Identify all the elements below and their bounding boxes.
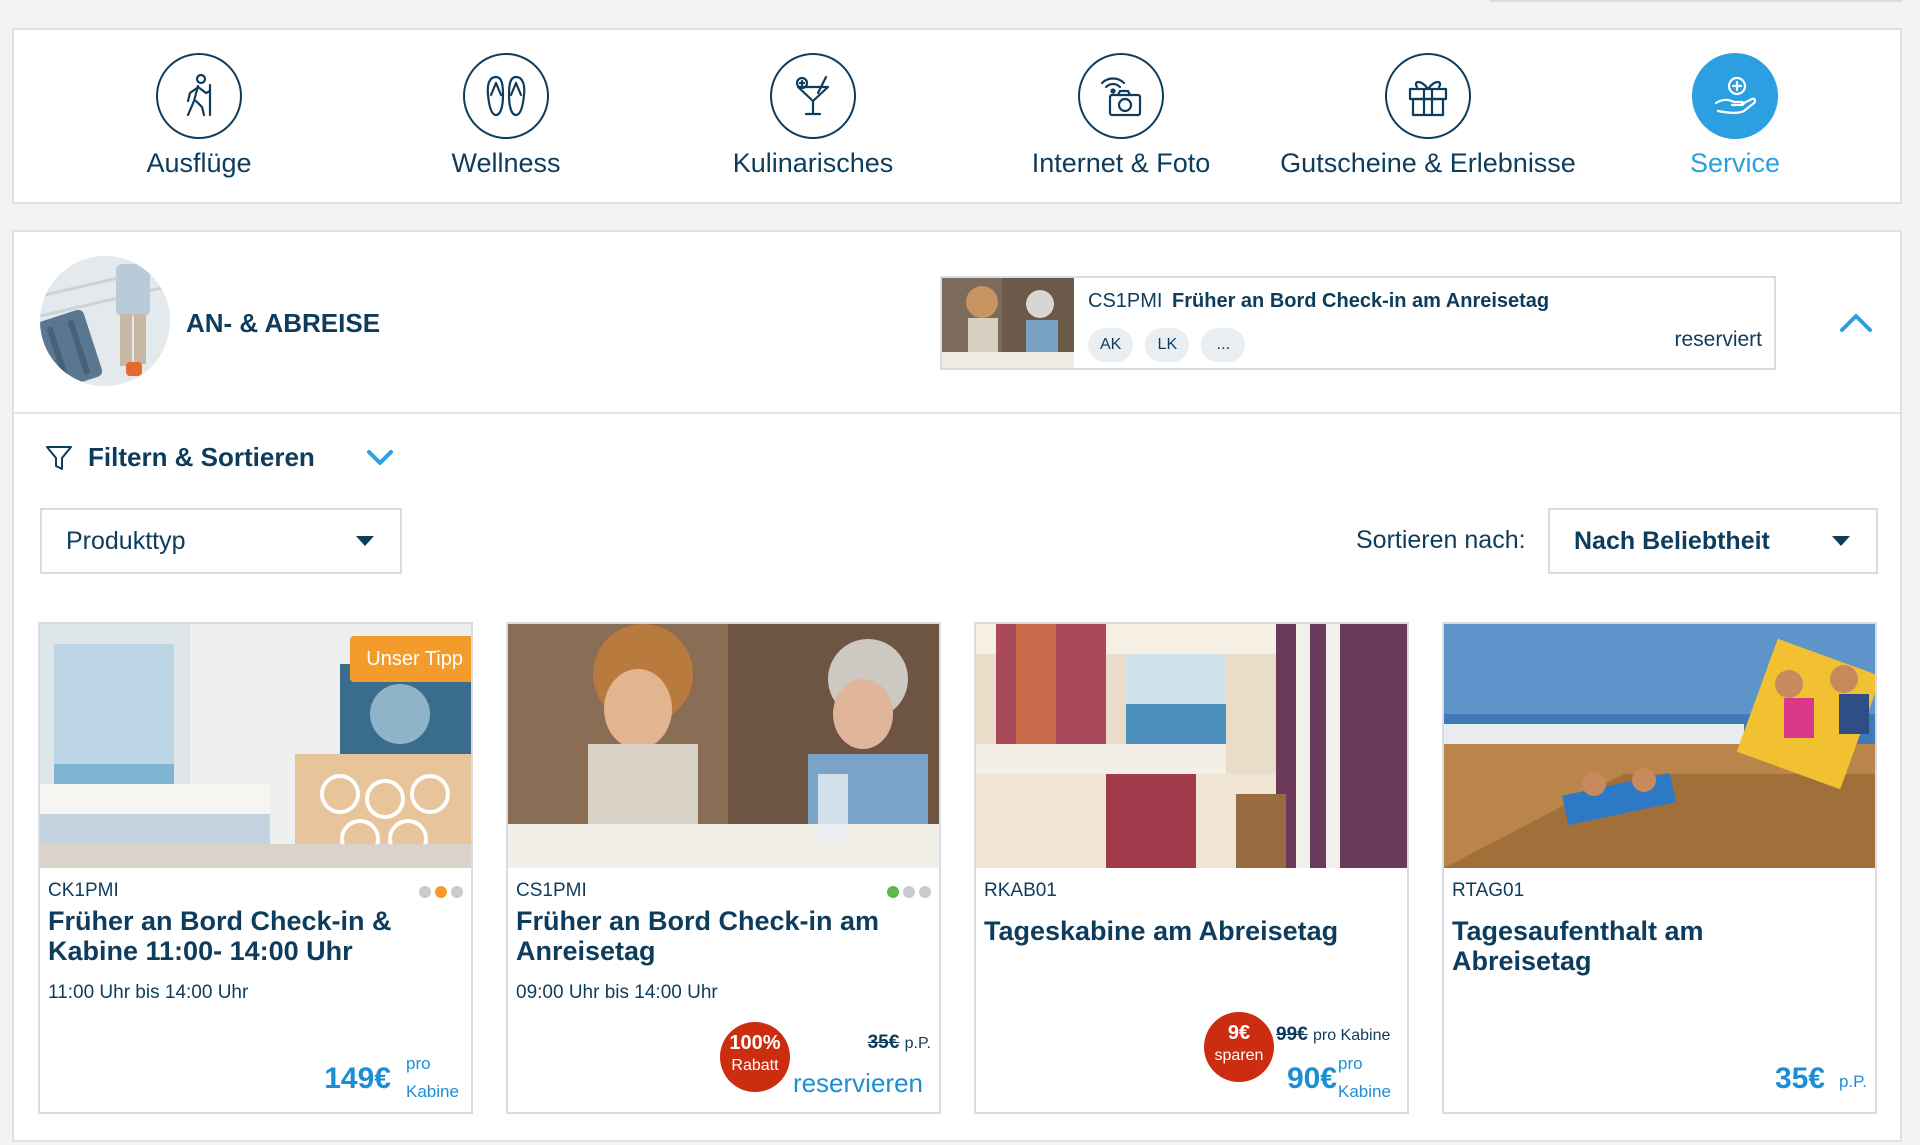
category-internet-foto[interactable]: Internet & Foto <box>971 30 1271 206</box>
badge-label: sparen <box>1214 1047 1264 1064</box>
category-wellness[interactable]: Wellness <box>356 30 656 206</box>
product-price: 149€ <box>324 1062 391 1095</box>
product-code: RKAB01 <box>984 880 1057 901</box>
price-unit: pro Kabine <box>1338 1050 1391 1106</box>
filter-toggle[interactable]: Filtern & Sortieren <box>44 442 395 473</box>
booked-product-title: CS1PMI Früher an Bord Check-in am Anreis… <box>1088 290 1549 313</box>
tag-more[interactable]: ... <box>1201 328 1246 362</box>
dot-orange <box>435 886 447 898</box>
sort-select[interactable]: Nach Beliebtheit <box>1548 508 1878 574</box>
product-image <box>976 624 1407 868</box>
savings-badge: 9€ sparen <box>1204 1012 1274 1082</box>
product-card[interactable]: CS1PMI Früher an Bord Check-in am Anreis… <box>506 622 941 1114</box>
badge-value: 9€ <box>1227 1022 1251 1044</box>
product-time: 09:00 Uhr bis 14:00 Uhr <box>516 982 718 1003</box>
product-time: 11:00 Uhr bis 14:00 Uhr <box>48 982 249 1003</box>
product-code: CS1PMI <box>516 880 587 901</box>
gift-icon <box>1385 53 1471 139</box>
category-label: Wellness <box>451 148 561 178</box>
product-card[interactable]: RKAB01 Tageskabine am Abreisetag 9€ spar… <box>974 622 1409 1114</box>
product-code: CK1PMI <box>48 880 119 901</box>
sort-label: Sortieren nach: <box>1356 526 1526 554</box>
product-title: Tageskabine am Abreisetag <box>984 916 1339 946</box>
filter-icon <box>46 445 72 470</box>
badge-label: Rabatt <box>731 1057 779 1074</box>
booked-product-code: CS1PMI <box>1088 290 1163 312</box>
price-unit-line: pro <box>1338 1054 1363 1073</box>
tip-badge: Unser Tipp <box>350 636 471 682</box>
product-image <box>508 624 939 868</box>
booked-tags: AK LK ... <box>1088 328 1246 362</box>
old-price-unit: p.P. <box>904 1035 931 1052</box>
category-ausfluege[interactable]: Ausflüge <box>49 30 349 206</box>
product-title: Tagesaufenthalt am Abreisetag <box>1452 916 1704 976</box>
product-card[interactable]: Unser Tipp CK1PMI Früher an Bord Check-i… <box>38 622 473 1114</box>
product-code: RTAG01 <box>1452 880 1525 901</box>
product-card[interactable]: RTAG01 Tagesaufenthalt am Abreisetag 35€… <box>1442 622 1877 1114</box>
old-price: 99€ pro Kabine <box>1276 1024 1390 1046</box>
price-unit: p.P. <box>1838 1072 1867 1091</box>
availability-dots <box>887 886 931 898</box>
an-abreise-panel: AN- & ABREISE CS1PMI Früher an Bord Chec… <box>12 230 1902 1142</box>
hand-plus-icon <box>1692 53 1778 139</box>
hiker-icon <box>156 53 242 139</box>
category-label: Ausflüge <box>146 148 252 178</box>
dot <box>919 886 931 898</box>
category-label: Service <box>1689 148 1781 178</box>
tag-ak[interactable]: AK <box>1088 328 1134 362</box>
dot <box>903 886 915 898</box>
old-price-unit: pro Kabine <box>1312 1027 1391 1044</box>
product-type-select[interactable]: Produkttyp <box>40 508 402 574</box>
flip-flops-icon <box>463 53 549 139</box>
filter-label: Filtern & Sortieren <box>88 442 315 472</box>
sort-value: Nach Beliebtheit <box>1574 527 1770 555</box>
booked-status: reserviert <box>1674 328 1762 351</box>
booked-product-image <box>942 278 1074 368</box>
chevron-up-icon[interactable] <box>1836 308 1876 338</box>
old-price-value: 35€ <box>867 1032 900 1053</box>
old-price-value: 99€ <box>1276 1024 1308 1045</box>
section-header[interactable]: AN- & ABREISE CS1PMI Früher an Bord Chec… <box>14 232 1900 414</box>
category-kulinarisches[interactable]: Kulinarisches <box>663 30 963 206</box>
price-unit-line: Kabine <box>406 1082 459 1101</box>
product-image <box>1444 624 1875 868</box>
product-image: Unser Tipp <box>40 624 471 868</box>
section-avatar <box>40 256 170 386</box>
price-unit-line: Kabine <box>1338 1082 1391 1101</box>
category-bar: Ausflüge Wellness Kulinarisches Internet… <box>12 28 1902 204</box>
reserve-button[interactable]: reservieren <box>793 1068 923 1099</box>
caret-down-icon <box>1832 536 1850 546</box>
caret-down-icon <box>356 536 374 546</box>
dot-green <box>887 886 899 898</box>
tag-lk[interactable]: LK <box>1145 328 1190 362</box>
dot <box>419 886 431 898</box>
category-service[interactable]: Service <box>1585 30 1885 206</box>
booked-product-name: Früher an Bord Check-in am Anreisetag <box>1172 290 1550 312</box>
cocktail-icon <box>770 53 856 139</box>
product-price: 35€ <box>1774 1062 1825 1095</box>
category-gutscheine[interactable]: Gutscheine & Erlebnisse <box>1278 30 1578 206</box>
product-type-value: Produkttyp <box>66 527 186 555</box>
booked-product-card[interactable]: CS1PMI Früher an Bord Check-in am Anreis… <box>940 276 1776 370</box>
badge-value: 100% <box>729 1032 781 1054</box>
chevron-down-icon[interactable] <box>365 447 395 469</box>
category-label: Gutscheine & Erlebnisse <box>1280 148 1576 178</box>
old-price: 35€ p.P. <box>868 1032 931 1054</box>
product-title: Früher an Bord Check-in am Anreisetag <box>516 906 880 966</box>
product-price: 90€ <box>1286 1062 1337 1095</box>
top-search-box-edge <box>1490 0 1902 2</box>
price-unit: pro Kabine <box>406 1050 459 1106</box>
category-label: Internet & Foto <box>1031 148 1211 178</box>
category-label: Kulinarisches <box>732 148 894 178</box>
availability-dots <box>419 886 463 898</box>
product-title: Früher an Bord Check-in & Kabine 11:00- … <box>48 906 392 966</box>
section-title: AN- & ABREISE <box>186 308 381 338</box>
wifi-camera-icon <box>1078 53 1164 139</box>
discount-badge: 100% Rabatt <box>720 1022 790 1092</box>
price-unit-line: pro <box>406 1054 431 1073</box>
dot <box>451 886 463 898</box>
